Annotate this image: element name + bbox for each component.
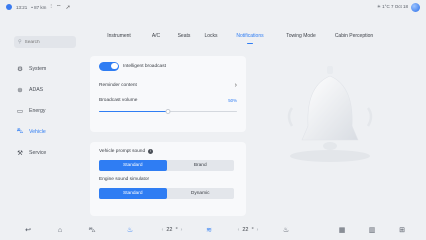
degree-symbol: ° (175, 227, 178, 233)
tab-notifications[interactable]: Notifications (224, 33, 276, 39)
fan-button[interactable]: ≋ (200, 220, 218, 240)
wrench-icon: ⚒ (17, 149, 23, 157)
fan-icon: ≋ (206, 227, 212, 234)
sidebar-item-service[interactable]: ⚒ Service (14, 142, 82, 163)
user-icon[interactable] (6, 4, 12, 10)
signal-icon: ⫶ (50, 3, 52, 10)
back-arrow-icon: ↩ (25, 227, 31, 234)
chevron-left-icon[interactable]: ‹ (162, 227, 164, 233)
tab-ac[interactable]: A/C (142, 33, 170, 39)
home-icon: ⌂ (57, 226, 63, 234)
status-time: 13:21 (16, 4, 28, 10)
chevron-right-icon[interactable]: › (257, 227, 259, 233)
steering-wheel-icon: ⊛ (17, 86, 23, 94)
apps-icon: ▥ (368, 227, 376, 234)
degree-symbol: ° (251, 227, 254, 233)
broadcast-volume-label: Broadcast volume (99, 97, 138, 103)
grid-icon: ▦ (338, 227, 346, 234)
search-box[interactable]: ⚲ (14, 36, 76, 48)
search-icon: ⚲ (18, 39, 22, 45)
notification-illustration (250, 56, 426, 186)
status-bar: 13:21 • 87 km ⫶ ⌔ ➚ ☀ 1°C 7 Oct 18 (0, 0, 426, 14)
left-temperature-value: 22 (166, 227, 173, 233)
bottom-dock: ↩ ⌂ ⛍ ♨ ‹ 22 ° › ≋ ‹ 22 ° › ♨ ▦ ▥ ⊞ (0, 220, 426, 240)
car-icon: ⛍ (88, 226, 96, 234)
vehicle-prompt-sound-row: Vehicle prompt sound i (99, 142, 237, 156)
engine-sound-selector: Standard Dynamic (99, 188, 234, 199)
reminder-content-row[interactable]: Reminder content › (99, 76, 237, 94)
intelligent-broadcast-toggle[interactable] (99, 61, 119, 71)
sidebar-item-label: Vehicle (29, 128, 46, 135)
seat-heat-right-button[interactable]: ♨ (278, 220, 294, 240)
battery-icon: ▭ (16, 107, 24, 115)
info-icon[interactable]: i (148, 148, 154, 154)
sidebar-item-adas[interactable]: ⊛ ADAS (14, 79, 82, 100)
gear-icon: ⚙ (17, 65, 23, 73)
sidebar-item-label: Energy (29, 107, 46, 114)
seat-heat-left-button[interactable]: ♨ (122, 220, 138, 240)
seat-heat-icon: ♨ (282, 227, 290, 234)
sidebar-item-system[interactable]: ⚙ System (14, 58, 82, 79)
reminder-content-label: Reminder content (99, 82, 137, 88)
car-button[interactable]: ⛍ (84, 220, 100, 240)
home-button[interactable]: ⌂ (52, 220, 68, 240)
tab-seats[interactable]: Seats (170, 33, 198, 39)
wifi-icon: ⌔ (55, 5, 62, 11)
engine-sound-label: Engine sound simulator (99, 177, 150, 182)
engine-sound-option-standard[interactable]: Standard (99, 188, 167, 199)
status-weather-date: ☀ 1°C 7 Oct 18 (376, 4, 408, 9)
broadcast-volume-slider[interactable] (99, 108, 237, 114)
broadcast-card: Intelligent broadcast Reminder content ›… (90, 56, 246, 132)
sidebar-nav: ⚙ System ⊛ ADAS ▭ Energy ⛍ Vehicle ⚒ Ser… (14, 58, 82, 163)
sidebar: ⚲ ⚙ System ⊛ ADAS ▭ Energy ⛍ Vehicle ⚒ S… (0, 14, 90, 214)
vehicle-prompt-sound-label: Vehicle prompt sound (99, 148, 146, 154)
chevron-left-icon[interactable]: ‹ (238, 227, 240, 233)
window-icon: ⊞ (399, 227, 405, 234)
engine-sound-option-dynamic[interactable]: Dynamic (167, 188, 235, 199)
sidebar-item-label: Service (29, 149, 47, 156)
vehicle-prompt-sound-selector: Standard Brand (99, 160, 234, 171)
right-temperature-control[interactable]: ‹ 22 ° › (228, 220, 268, 240)
seat-heat-icon: ♨ (126, 227, 134, 234)
back-button[interactable]: ↩ (20, 220, 36, 240)
top-tabs: Instrument A/C Seats Locks Notifications… (96, 26, 426, 46)
bell-icon (287, 66, 373, 162)
car-icon: ⛍ (16, 128, 24, 135)
media-button[interactable]: ▦ (334, 220, 350, 240)
sidebar-item-label: System (29, 65, 47, 72)
status-extra: • 87 km (31, 4, 47, 10)
assistant-icon[interactable] (411, 2, 420, 12)
broadcast-volume-row: Broadcast volume 50% (99, 94, 237, 106)
location-icon: ➚ (65, 4, 71, 11)
slider-thumb[interactable] (165, 108, 171, 114)
engine-sound-row: Engine sound simulator (99, 171, 237, 184)
chevron-right-icon: › (234, 81, 237, 89)
search-input[interactable] (24, 39, 69, 45)
tab-locks[interactable]: Locks (198, 33, 224, 39)
slider-fill (99, 110, 168, 112)
right-temperature-value: 22 (242, 227, 249, 233)
chevron-right-icon[interactable]: › (181, 227, 183, 233)
apps-button[interactable]: ▥ (364, 220, 380, 240)
sidebar-item-label: ADAS (29, 86, 44, 93)
left-temperature-control[interactable]: ‹ 22 ° › (152, 220, 192, 240)
sidebar-item-vehicle[interactable]: ⛍ Vehicle (14, 121, 82, 142)
tab-towing-mode[interactable]: Towing Mode (276, 33, 326, 39)
tab-instrument[interactable]: Instrument (96, 33, 142, 39)
broadcast-volume-value: 50% (228, 97, 237, 103)
tab-cabin-perception[interactable]: Cabin Perception (326, 33, 382, 39)
intelligent-broadcast-row: Intelligent broadcast (99, 56, 237, 76)
intelligent-broadcast-label: Intelligent broadcast (123, 63, 166, 69)
prompt-sound-card: Vehicle prompt sound i Standard Brand En… (90, 142, 246, 216)
prompt-sound-option-brand[interactable]: Brand (167, 160, 235, 171)
prompt-sound-option-standard[interactable]: Standard (99, 160, 167, 171)
sidebar-item-energy[interactable]: ▭ Energy (14, 100, 82, 121)
windows-button[interactable]: ⊞ (394, 220, 410, 240)
